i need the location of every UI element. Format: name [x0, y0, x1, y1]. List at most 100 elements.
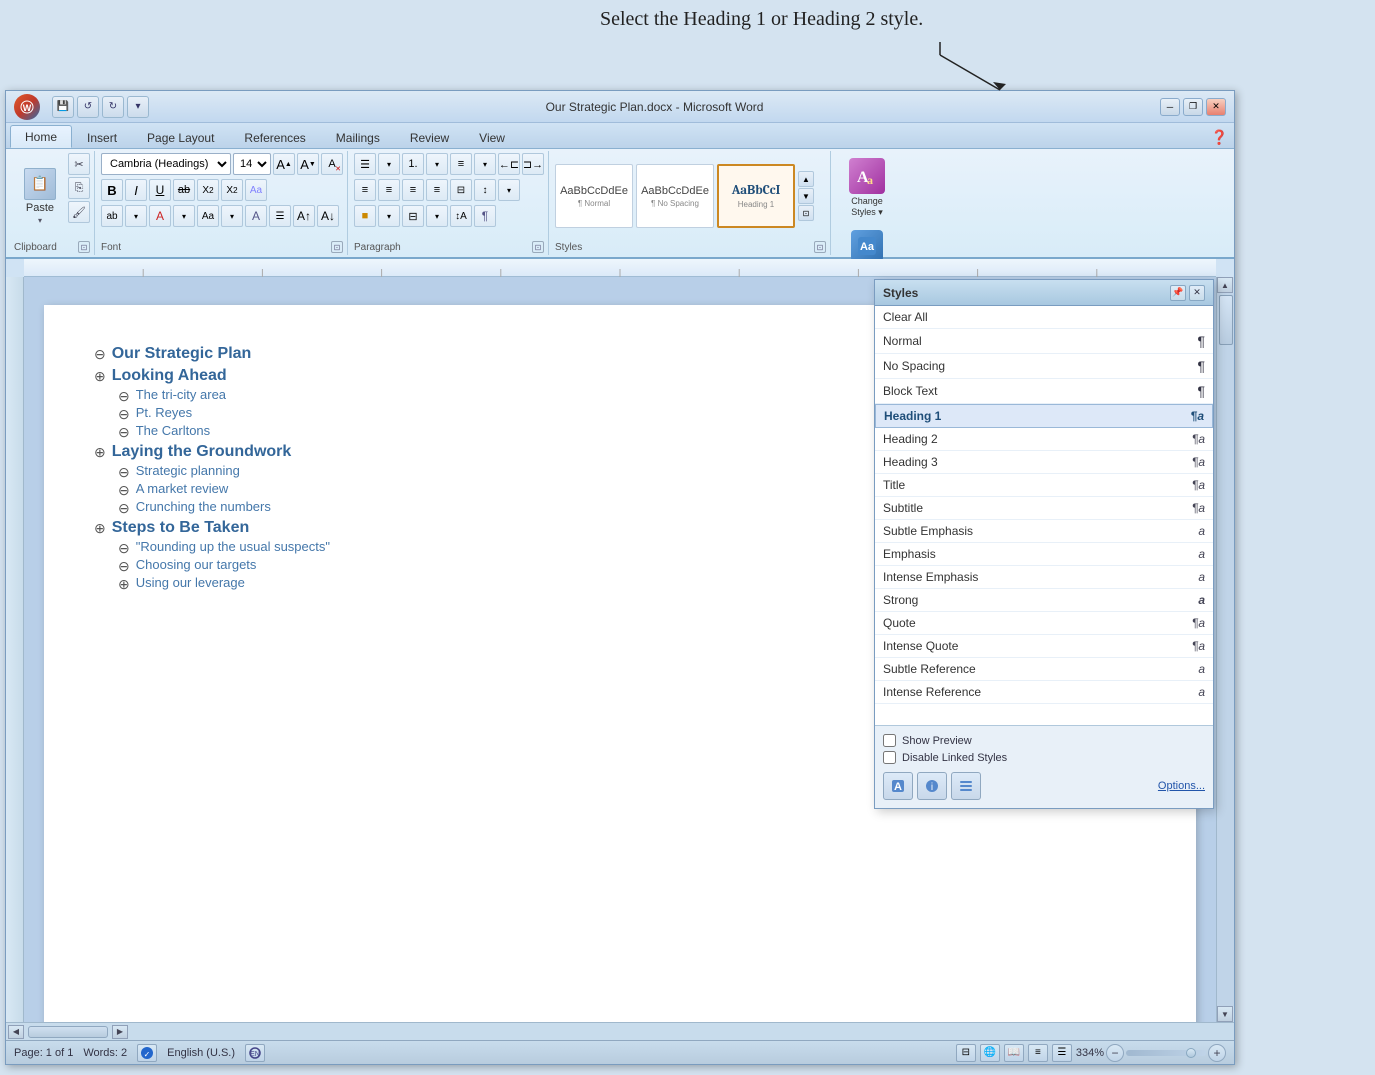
view-layout-btn[interactable]: ≡: [1028, 1044, 1048, 1062]
style-item-intense-quote[interactable]: Intense Quote ¶a: [875, 635, 1213, 658]
line-spacing-dropdown[interactable]: ▾: [498, 179, 520, 201]
outline-text-6[interactable]: Laying the Groundwork: [112, 443, 292, 461]
change-styles-button[interactable]: A a ChangeStyles ▾: [837, 153, 897, 223]
style-clear-all[interactable]: Clear All: [875, 306, 1213, 329]
disable-linked-checkbox[interactable]: [883, 751, 896, 764]
options-link[interactable]: Options...: [1158, 780, 1205, 792]
zoom-in-btn[interactable]: +: [1208, 1044, 1226, 1062]
borders-btn[interactable]: ⊟: [402, 205, 424, 227]
multilevel-btn[interactable]: ≡: [450, 153, 472, 175]
style-item-strong[interactable]: Strong a: [875, 589, 1213, 612]
show-preview-checkbox[interactable]: [883, 734, 896, 747]
language-icon[interactable]: EN: [245, 1044, 265, 1062]
scroll-down-btn[interactable]: ▼: [1217, 1006, 1233, 1022]
line-spacing-btn[interactable]: ↕: [474, 179, 496, 201]
decrease-indent-btn[interactable]: ←⊏: [498, 153, 520, 175]
office-button[interactable]: W: [14, 94, 40, 120]
view-reading-btn[interactable]: 📖: [1004, 1044, 1024, 1062]
show-marks-btn[interactable]: ¶: [474, 205, 496, 227]
highlight-btn[interactable]: ab: [101, 205, 123, 227]
scroll-up-btn[interactable]: ▲: [1217, 277, 1233, 293]
outline-text-1[interactable]: Our Strategic Plan: [112, 345, 252, 363]
dropdown-color[interactable]: ▾: [173, 205, 195, 227]
paragraph-expand[interactable]: ⊡: [532, 241, 544, 253]
outline-text-8[interactable]: A market review: [136, 481, 228, 496]
spell-check-icon[interactable]: ✓: [137, 1044, 157, 1062]
paste-button[interactable]: 📋 Paste ▾: [14, 153, 66, 239]
tab-page-layout[interactable]: Page Layout: [132, 126, 229, 148]
shrink-extra[interactable]: A↓: [317, 205, 339, 227]
bullets-dropdown[interactable]: ▾: [378, 153, 400, 175]
columns-btn[interactable]: ⊟: [450, 179, 472, 201]
zoom-slider-thumb[interactable]: [1186, 1048, 1196, 1058]
save-quick-btn[interactable]: 💾: [52, 96, 74, 118]
font-family-select[interactable]: Cambria (Headings): [101, 153, 231, 175]
style-inspector-btn[interactable]: i: [917, 772, 947, 800]
grow-font-btn[interactable]: A▲: [273, 153, 295, 175]
styles-panel-pin[interactable]: 📌: [1170, 285, 1186, 301]
outline-text-5[interactable]: The Carltons: [136, 423, 210, 438]
borders-dropdown[interactable]: ▾: [426, 205, 448, 227]
font-color-btn[interactable]: A: [149, 205, 171, 227]
clear-format-btn[interactable]: A ✕: [321, 153, 343, 175]
new-style-btn[interactable]: A: [883, 772, 913, 800]
align-left-btn[interactable]: ≡: [354, 179, 376, 201]
style-item-intense-emphasis[interactable]: Intense Emphasis a: [875, 566, 1213, 589]
font-scale-btn[interactable]: Aa: [197, 205, 219, 227]
align-center-btn[interactable]: ≡: [378, 179, 400, 201]
superscript-button[interactable]: X2: [221, 179, 243, 201]
sort-btn[interactable]: ↕A: [450, 205, 472, 227]
styles-list[interactable]: Clear All Normal ¶ No Spacing ¶ Block Te…: [875, 306, 1213, 726]
bold-button[interactable]: B: [101, 179, 123, 201]
styles-panel-header[interactable]: Styles 📌 ✕: [875, 280, 1213, 306]
customize-quick-btn[interactable]: ▾: [127, 96, 149, 118]
dropdown-scale[interactable]: ▾: [221, 205, 243, 227]
style-item-heading2[interactable]: Heading 2 ¶a: [875, 428, 1213, 451]
style-item-title[interactable]: Title ¶a: [875, 474, 1213, 497]
style-item-normal[interactable]: Normal ¶: [875, 329, 1213, 354]
style-no-spacing-card[interactable]: AaBbCcDdEe ¶ No Spacing: [636, 164, 714, 228]
outline-text-3[interactable]: The tri-city area: [136, 387, 226, 402]
outline-text-4[interactable]: Pt. Reyes: [136, 405, 192, 420]
style-heading1-card[interactable]: AaBbCcI Heading 1: [717, 164, 795, 228]
underline-button[interactable]: U: [149, 179, 171, 201]
outline-text-9[interactable]: Crunching the numbers: [136, 499, 271, 514]
style-item-subtle-reference[interactable]: Subtle Reference a: [875, 658, 1213, 681]
align-right-btn[interactable]: ≡: [402, 179, 424, 201]
style-item-block-text[interactable]: Block Text ¶: [875, 379, 1213, 404]
redo-quick-btn[interactable]: ↻: [102, 96, 124, 118]
style-item-subtle-emphasis[interactable]: Subtle Emphasis a: [875, 520, 1213, 543]
grow-shrink-extra[interactable]: A↑: [293, 205, 315, 227]
close-btn[interactable]: ✕: [1206, 98, 1226, 116]
change-case-btn[interactable]: ☰: [269, 205, 291, 227]
tab-insert[interactable]: Insert: [72, 126, 132, 148]
tab-review[interactable]: Review: [395, 126, 464, 148]
copy-button[interactable]: ⎘: [68, 177, 90, 199]
outline-text-10[interactable]: Steps to Be Taken: [112, 519, 250, 537]
char-spacing-btn[interactable]: A: [245, 205, 267, 227]
styles-scroll-up[interactable]: ▲: [798, 171, 814, 187]
tab-view[interactable]: View: [464, 126, 520, 148]
outline-text-11[interactable]: "Rounding up the usual suspects": [136, 539, 330, 554]
view-web-btn[interactable]: 🌐: [980, 1044, 1000, 1062]
undo-quick-btn[interactable]: ↺: [77, 96, 99, 118]
zoom-slider[interactable]: [1126, 1050, 1206, 1056]
outline-text-2[interactable]: Looking Ahead: [112, 367, 227, 385]
subscript-button[interactable]: X2: [197, 179, 219, 201]
style-normal-card[interactable]: AaBbCcDdEe ¶ Normal: [555, 164, 633, 228]
styles-scroll-down[interactable]: ▼: [798, 188, 814, 204]
cut-button[interactable]: ✂: [68, 153, 90, 175]
scroll-thumb[interactable]: [1219, 295, 1233, 345]
restore-btn[interactable]: ❐: [1183, 98, 1203, 116]
paste-dropdown[interactable]: ▾: [38, 216, 42, 225]
outline-text-12[interactable]: Choosing our targets: [136, 557, 257, 572]
tab-references[interactable]: References: [229, 126, 320, 148]
zoom-out-btn[interactable]: −: [1106, 1044, 1124, 1062]
shading-dropdown[interactable]: ▾: [378, 205, 400, 227]
disable-linked-label[interactable]: Disable Linked Styles: [902, 752, 1007, 764]
show-preview-label[interactable]: Show Preview: [902, 735, 972, 747]
shading-btn[interactable]: ■: [354, 205, 376, 227]
strikethrough-button[interactable]: ab: [173, 179, 195, 201]
increase-indent-btn[interactable]: ⊐→: [522, 153, 544, 175]
styles-panel-close[interactable]: ✕: [1189, 285, 1205, 301]
